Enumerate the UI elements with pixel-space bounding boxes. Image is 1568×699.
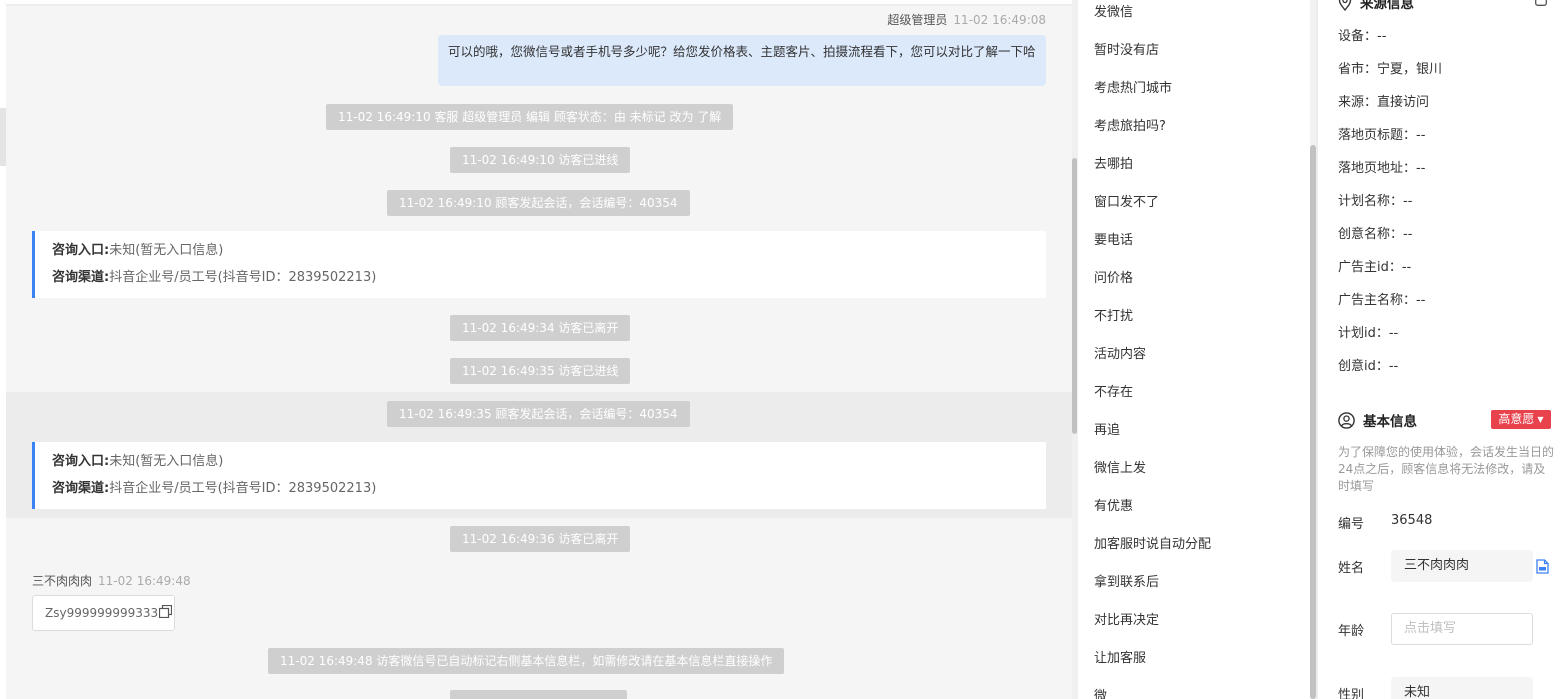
customer-age-label: 年龄 [1338, 624, 1365, 639]
quick-reply-item[interactable]: 暂时没有店 [1094, 41, 1159, 61]
agent-message-time: 11-02 16:49:08 [953, 13, 1046, 27]
quick-reply-item[interactable]: 让加客服 [1094, 649, 1146, 669]
caret-down-icon: ▼ [1537, 415, 1544, 424]
quick-reply-item[interactable]: 活动内容 [1094, 345, 1146, 365]
intent-level-select[interactable]: 高意愿 ▼ [1491, 410, 1551, 429]
system-message: 11-02 16:49:36 访客已离开 [450, 526, 631, 552]
quick-reply-item[interactable]: 问价格 [1094, 269, 1133, 289]
source-info-header: 来源信息 [1338, 0, 1414, 12]
customer-age-input[interactable]: 点击填写 [1391, 613, 1533, 645]
chat-panel: 超级管理员 11-02 16:49:08 可以的哦，您微信号或者手机号多少呢？给您… [0, 0, 1078, 699]
quick-reply-item[interactable]: 微 [1094, 687, 1107, 699]
system-message: 11-02 16:49:35 访客已进线 [450, 358, 631, 384]
consult-channel-label: 咨询渠道: [52, 270, 110, 285]
chat-scrollbar[interactable] [1072, 158, 1077, 434]
basic-info-header: 基本信息 [1338, 410, 1417, 430]
source-province-city: 省市：宁夏，银川 [1338, 62, 1443, 77]
copy-icon[interactable] [159, 597, 173, 631]
agent-message-bubble: 可以的哦，您微信号或者手机号多少呢？给您发价格表、主题客片、拍摄流程看下，您可以… [438, 35, 1046, 86]
user-circle-icon [1338, 412, 1363, 430]
agent-message-header: 超级管理员 11-02 16:49:08 [887, 11, 1046, 28]
source-info-title: 来源信息 [1360, 0, 1414, 12]
source-device: 设备：-- [1338, 29, 1387, 44]
source-creative-name: 创意名称：-- [1338, 227, 1413, 242]
source-creative-id: 创意id：-- [1338, 359, 1399, 374]
visitor-message-text: Zsy999999999333 [45, 606, 159, 620]
consult-channel-value: 抖音企业号/员工号(抖音号ID：2839502213) [109, 481, 377, 496]
source-plan-name: 计划名称：-- [1338, 194, 1413, 209]
chat-top-strip [6, 0, 1072, 4]
quick-reply-item[interactable]: 不打扰 [1094, 307, 1133, 327]
visitor-message-bubble[interactable]: Zsy999999999333 [32, 595, 175, 631]
consult-channel-value: 抖音企业号/员工号(抖音号ID：2839502213) [109, 270, 377, 285]
system-message: 11-02 16:49:10 客服 超级管理员 编辑 顾客状态：由 未标记 改为… [326, 104, 734, 130]
customer-name-label: 姓名 [1338, 561, 1365, 576]
system-message-partial [450, 690, 627, 699]
customer-gender-label: 性别 [1338, 688, 1365, 699]
source-advertiser-id: 广告主id：-- [1338, 260, 1412, 275]
consult-entry-value: 未知(暂无入口信息) [109, 243, 224, 258]
customer-id-label: 编号 [1338, 517, 1365, 532]
quick-reply-item[interactable]: 再追 [1094, 421, 1120, 441]
system-message: 11-02 16:49:10 访客已进线 [450, 147, 631, 173]
minimize-icon[interactable] [1535, 0, 1547, 10]
customer-info-panel: 来源信息 设备：-- 省市：宁夏，银川 来源：直接访问 落地页标题：-- 落地页… [1318, 0, 1568, 699]
visitor-message-header: 三不肉肉肉 11-02 16:49:48 [32, 572, 191, 589]
quick-reply-item[interactable]: 拿到联系后 [1094, 573, 1159, 593]
source-landing-url: 落地页地址：-- [1338, 161, 1426, 176]
basic-info-title: 基本信息 [1363, 414, 1417, 430]
system-message: 11-02 16:49:10 顾客发起会话，会话编号：40354 [387, 190, 690, 216]
consult-entry-label: 咨询入口: [52, 454, 110, 469]
quick-reply-item[interactable]: 对比再决定 [1094, 611, 1159, 631]
quick-reply-item[interactable]: 去哪拍 [1094, 155, 1133, 175]
consult-entry-value: 未知(暂无入口信息) [109, 454, 224, 469]
quick-reply-item[interactable]: 要电话 [1094, 231, 1133, 251]
quick-reply-item[interactable]: 发微信 [1094, 3, 1133, 23]
quick-reply-item[interactable]: 窗口发不了 [1094, 193, 1159, 213]
edit-icon[interactable] [1536, 559, 1549, 578]
customer-id-value: 36548 [1391, 513, 1433, 528]
quick-reply-item[interactable]: 考虑热门城市 [1094, 79, 1172, 99]
edit-deadline-tip: 为了保障您的使用体验，会话发生当日的24点之后，顾客信息将无法修改，请及时填写 [1338, 445, 1555, 493]
location-icon [1338, 0, 1360, 12]
quick-reply-item[interactable]: 有优惠 [1094, 497, 1133, 517]
quick-reply-item[interactable]: 加客服时说自动分配 [1094, 535, 1211, 555]
quick-reply-item[interactable]: 不存在 [1094, 383, 1133, 403]
intent-level-value: 高意愿 [1498, 412, 1535, 426]
source-origin: 来源：直接访问 [1338, 95, 1430, 110]
quick-reply-item[interactable]: 考虑旅拍吗? [1094, 117, 1166, 137]
visitor-name: 三不肉肉肉 [32, 574, 93, 588]
customer-gender-select[interactable]: 未知 [1391, 677, 1533, 699]
quick-reply-list: 发微信 暂时没有店 考虑热门城市 考虑旅拍吗? 去哪拍 窗口发不了 要电话 问价… [1078, 0, 1310, 699]
source-plan-id: 计划id：-- [1338, 326, 1399, 341]
system-message: 11-02 16:49:35 顾客发起会话，会话编号：40354 [387, 401, 690, 427]
source-advertiser-name: 广告主名称：-- [1338, 293, 1426, 308]
consult-info-card: 咨询入口:未知(暂无入口信息) 咨询渠道:抖音企业号/员工号(抖音号ID：283… [32, 231, 1046, 298]
consult-info-card: 咨询入口:未知(暂无入口信息) 咨询渠道:抖音企业号/员工号(抖音号ID：283… [32, 442, 1046, 509]
chat-left-edge [0, 0, 6, 699]
source-landing-title: 落地页标题：-- [1338, 128, 1426, 143]
system-message: 11-02 16:49:48 访客微信号已自动标记右侧基本信息栏，如需修改请在基… [268, 648, 785, 674]
collapse-handle[interactable] [0, 108, 6, 166]
agent-name: 超级管理员 [887, 13, 948, 27]
visitor-message-time: 11-02 16:49:48 [98, 574, 191, 588]
quick-reply-item[interactable]: 微信上发 [1094, 459, 1146, 479]
system-message: 11-02 16:49:34 访客已离开 [450, 315, 631, 341]
customer-name-field[interactable]: 三不肉肉肉 [1391, 550, 1533, 582]
consult-channel-label: 咨询渠道: [52, 481, 110, 496]
consult-entry-label: 咨询入口: [52, 243, 110, 258]
